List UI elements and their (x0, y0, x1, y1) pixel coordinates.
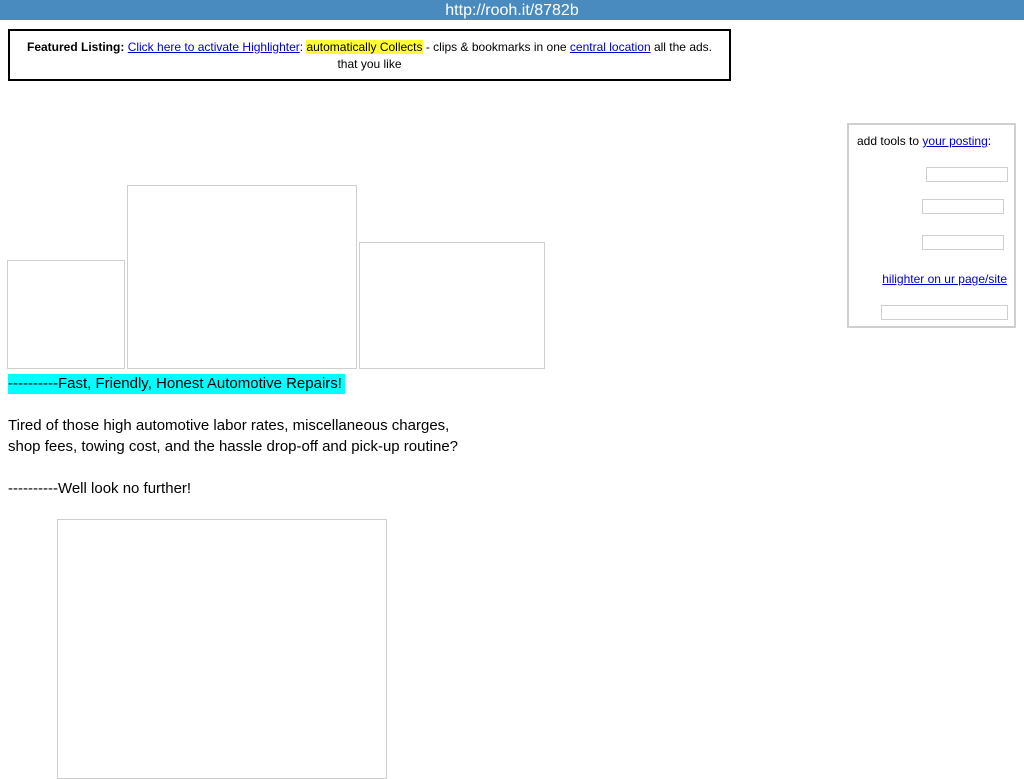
ad-image-4 (57, 519, 387, 779)
tool-field-3[interactable] (922, 235, 1004, 250)
ad-closing-line: ----------Well look no further! (8, 480, 192, 497)
highlighted-text: automatically Collects (306, 40, 423, 54)
ad-image-1 (7, 260, 125, 369)
tools-panel: add tools to your posting: hilighter on … (847, 123, 1016, 328)
ad-image-2 (127, 185, 357, 369)
tools-prefix: add tools to (857, 134, 923, 148)
url-bar: http://rooh.it/8782b (0, 0, 1024, 20)
central-location-link[interactable]: central location (570, 40, 651, 54)
activate-highlighter-link[interactable]: Click here to activate Highlighter (128, 40, 300, 54)
ad-headline: ----------Fast, Friendly, Honest Automot… (8, 374, 345, 394)
featured-colon: : (299, 40, 304, 54)
tool-field-2[interactable] (922, 199, 1004, 214)
featured-middle-text: - clips & bookmarks in one (422, 40, 570, 54)
hilighter-site-link[interactable]: hilighter on ur page/site (882, 272, 1007, 286)
tool-field-1[interactable] (926, 167, 1008, 182)
featured-listing-box: Featured Listing: Click here to activate… (8, 29, 731, 81)
tool-field-4[interactable] (881, 305, 1008, 320)
tools-suffix: : (987, 134, 992, 148)
ad-paragraph-line-2: shop fees, towing cost, and the hassle d… (8, 438, 459, 455)
ad-image-3 (359, 242, 545, 369)
your-posting-link[interactable]: your posting (922, 134, 987, 148)
featured-label: Featured Listing: (27, 40, 125, 54)
tools-title: add tools to your posting: (857, 134, 991, 148)
ad-paragraph-line-1: Tired of those high automotive labor rat… (8, 417, 450, 434)
url-text: http://rooh.it/8782b (445, 2, 579, 19)
